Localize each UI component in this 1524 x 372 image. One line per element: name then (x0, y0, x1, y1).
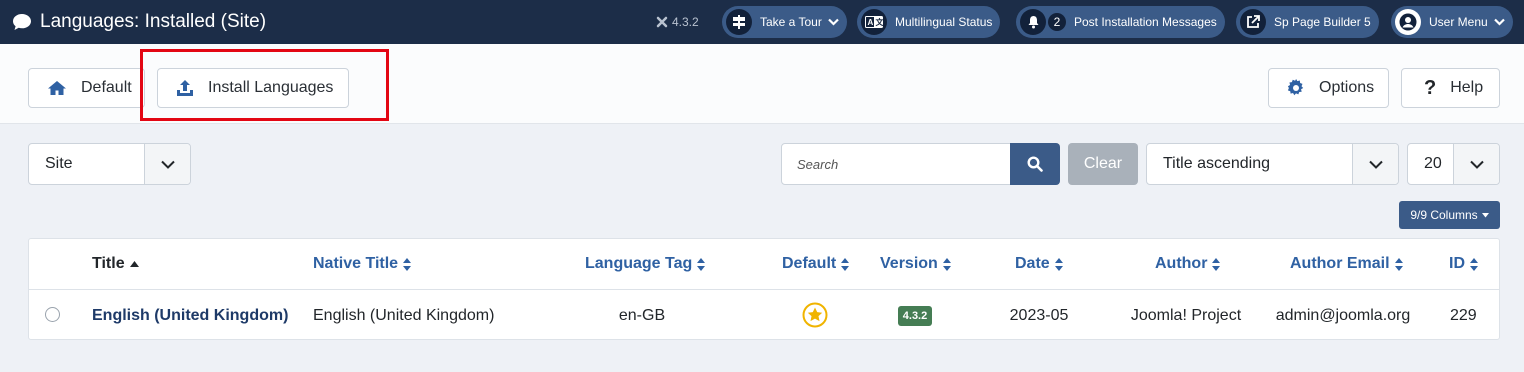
help-button[interactable]: ? Help (1401, 68, 1500, 108)
th-date-label: Date (1015, 255, 1050, 272)
page-title: Languages: Installed (Site) (40, 11, 267, 32)
post-install-label: Post Installation Messages (1074, 15, 1217, 29)
options-label: Options (1319, 79, 1375, 96)
bell-icon (1020, 9, 1046, 35)
th-title[interactable]: Title (92, 255, 139, 273)
th-author-email[interactable]: Author Email (1290, 255, 1403, 273)
table-header: Title Native Title Language Tag Default … (29, 239, 1499, 290)
tour-label: Take a Tour (760, 15, 822, 29)
limit-select[interactable]: 20 (1407, 143, 1500, 185)
sp-page-builder-button[interactable]: Sp Page Builder 5 (1236, 6, 1379, 38)
multilingual-status-button[interactable]: A文 Multilingual Status (857, 6, 1001, 38)
sort-icon (403, 257, 412, 271)
limit-select-value: 20 (1424, 155, 1442, 172)
th-native-title[interactable]: Native Title (313, 255, 412, 273)
row-native-title: English (United Kingdom) (313, 307, 495, 324)
user-menu-button[interactable]: User Menu (1391, 6, 1513, 38)
joomla-icon (656, 16, 668, 28)
row-author: Joomla! Project (1130, 307, 1242, 324)
options-button[interactable]: Options (1268, 68, 1389, 108)
th-language-tag-label: Language Tag (585, 255, 693, 272)
ordering-select[interactable]: Title ascending (1146, 143, 1399, 185)
sort-icon (1394, 257, 1403, 271)
svg-text:文: 文 (876, 17, 884, 27)
multilingual-label: Multilingual Status (895, 15, 993, 29)
th-native-title-label: Native Title (313, 255, 399, 272)
help-label: Help (1450, 79, 1484, 96)
take-a-tour-button[interactable]: Take a Tour (722, 6, 847, 38)
th-language-tag[interactable]: Language Tag (585, 255, 706, 273)
th-author-label: Author (1155, 255, 1208, 272)
version-text: 4.3.2 (672, 15, 699, 29)
row-id: 229 (1450, 307, 1477, 324)
columns-button[interactable]: 9/9 Columns (1399, 201, 1500, 229)
client-select-value: Site (45, 155, 73, 172)
row-date: 2023-05 (1009, 307, 1069, 324)
th-author[interactable]: Author (1155, 255, 1221, 273)
th-version-label: Version (880, 255, 938, 272)
row-title-link[interactable]: English (United Kingdom) (92, 307, 288, 325)
chevron-down-icon (144, 144, 190, 184)
sort-icon (942, 257, 951, 271)
row-radio[interactable] (45, 307, 60, 322)
sort-icon (697, 257, 706, 271)
search-icon (1027, 156, 1043, 172)
default-star-icon[interactable] (802, 302, 828, 328)
chevron-down-icon (1453, 144, 1499, 184)
sp-builder-label: Sp Page Builder 5 (1274, 15, 1371, 29)
chevron-down-icon (828, 18, 839, 26)
th-version[interactable]: Version (880, 255, 951, 273)
post-installation-messages-button[interactable]: 2 Post Installation Messages (1016, 6, 1225, 38)
language-icon: A文 (861, 9, 887, 35)
ordering-select-value: Title ascending (1163, 155, 1271, 172)
comment-icon (13, 14, 31, 30)
row-author-email: admin@joomla.org (1275, 307, 1411, 324)
default-label: Default (81, 79, 132, 96)
version-badge: 4.3.2 (898, 306, 932, 326)
top-header: Languages: Installed (Site) 4.3.2 Take a… (0, 0, 1524, 44)
question-icon: ? (1424, 76, 1437, 99)
joomla-version: 4.3.2 (656, 15, 699, 29)
chevron-down-icon (1493, 18, 1505, 26)
row-language-tag: en-GB (618, 307, 666, 324)
search-input[interactable] (781, 143, 1011, 185)
th-date[interactable]: Date (1015, 255, 1063, 273)
caret-down-icon (1481, 212, 1489, 217)
th-default-label: Default (782, 255, 837, 272)
languages-table: Title Native Title Language Tag Default … (28, 238, 1500, 340)
gear-icon (1287, 79, 1305, 97)
sort-icon (1470, 257, 1478, 271)
user-menu-label: User Menu (1429, 15, 1488, 29)
signpost-icon (726, 9, 752, 35)
search-button[interactable] (1010, 143, 1060, 185)
user-icon (1395, 9, 1421, 35)
external-link-icon (1240, 9, 1266, 35)
notification-count: 2 (1048, 13, 1066, 31)
sort-icon (1212, 257, 1221, 271)
th-title-label: Title (92, 255, 125, 272)
highlight-box (140, 49, 389, 121)
th-id[interactable]: ID (1449, 255, 1478, 273)
th-id-label: ID (1449, 255, 1465, 272)
th-default[interactable]: Default (782, 255, 850, 273)
columns-label: 9/9 Columns (1410, 208, 1478, 222)
svg-text:A: A (868, 18, 874, 27)
client-select[interactable]: Site (28, 143, 191, 185)
default-button[interactable]: Default (28, 68, 145, 108)
chevron-down-icon (1352, 144, 1398, 184)
sort-icon (1054, 257, 1063, 271)
home-icon (47, 80, 67, 96)
clear-button[interactable]: Clear (1068, 143, 1138, 185)
th-author-email-label: Author Email (1290, 255, 1390, 272)
sort-asc-icon (129, 261, 139, 267)
sort-icon (841, 257, 850, 271)
